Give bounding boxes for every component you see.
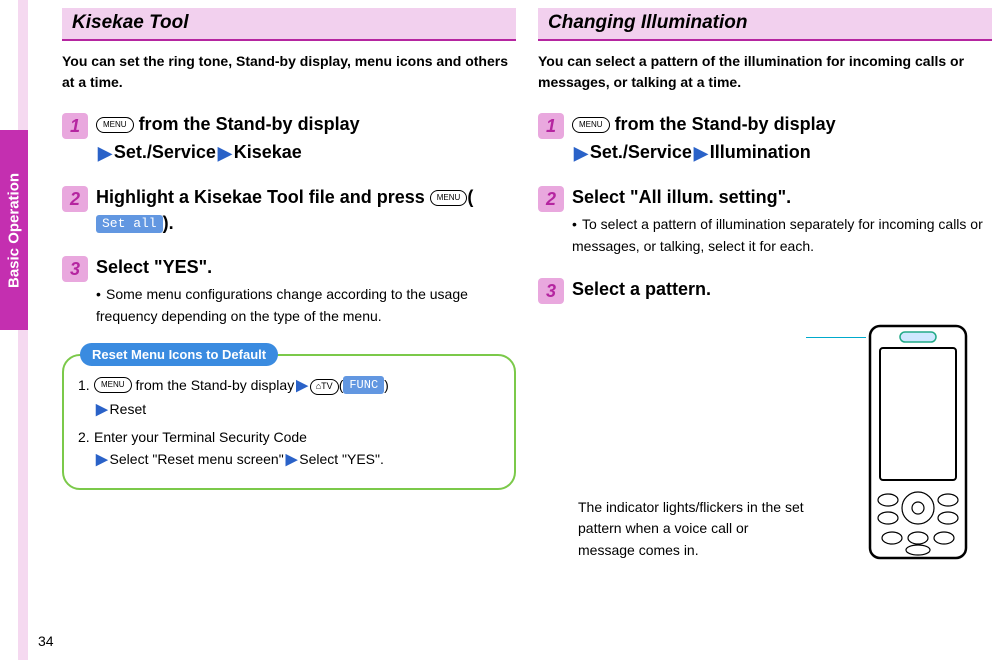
arrow-icon: ▶ [284,451,300,468]
step1-text: from the Stand-by display [134,114,360,134]
menu-key-icon: MENU [96,117,134,133]
step3-sub: Some menu configurations change accordin… [96,286,468,324]
step2-close: ). [163,213,174,233]
reset-item-1: 1.MENU from the Stand-by display▶⌂TV(FUN… [78,374,500,422]
reset1-text: from the Stand-by display [132,377,295,393]
intro-left: You can set the ring tone, Stand-by disp… [62,51,516,93]
page-number: 34 [38,633,54,649]
step2-text: Highlight a Kisekae Tool file and press [96,187,430,207]
step-2-left: 2 Highlight a Kisekae Tool file and pres… [62,184,516,236]
cam-key-icon: ⌂TV [310,379,339,395]
arrow-icon: ▶ [572,143,590,163]
phone-illustration-area: The indicator lights/flickers in the set… [538,322,992,582]
column-right: Changing Illumination You can select a p… [538,8,992,582]
step-1-right: 1 MENU from the Stand-by display ▶Set./S… [538,111,992,166]
intro-right: You can select a pattern of the illumina… [538,51,992,93]
step1r-path1: Set./Service [590,142,692,162]
step2r-sub: To select a pattern of illumination sepa… [572,216,983,254]
bullet-icon: • [572,214,582,236]
bullet-icon: • [96,284,106,306]
step1r-path2: Illumination [710,142,811,162]
callout-line [806,337,866,338]
step-number: 2 [62,186,88,212]
step3r-title: Select a pattern. [572,279,711,299]
step-3-right: 3 Select a pattern. [538,276,992,302]
arrow-icon: ▶ [94,451,110,468]
section-title-illumination: Changing Illumination [538,8,992,41]
paren-open: ( [467,187,473,207]
phone-illustration [852,322,982,572]
step-3-left: 3 Select "YES". •Some menu configuration… [62,254,516,327]
section-title-kisekae: Kisekae Tool [62,8,516,41]
arrow-icon: ▶ [692,143,710,163]
chip-func: FUNC [343,376,384,394]
step-number: 3 [538,278,564,304]
step-number: 2 [538,186,564,212]
arrow-icon: ▶ [96,143,114,163]
step-number: 1 [538,113,564,139]
reset2c: Select "YES". [299,451,384,467]
step2r-title: Select "All illum. setting". [572,187,791,207]
step-number: 3 [62,256,88,282]
reset2a: Enter your Terminal Security Code [94,429,307,445]
arrow-icon: ▶ [216,143,234,163]
reset-title: Reset Menu Icons to Default [80,343,278,366]
step1-path1: Set./Service [114,142,216,162]
reset-box: Reset Menu Icons to Default 1.MENU from … [62,354,516,490]
side-decor-top [18,0,28,140]
chip-set-all: Set all [96,215,163,233]
reset-item-2: 2.Enter your Terminal Security Code ▶Sel… [78,426,500,472]
step3-title: Select "YES". [96,257,212,277]
side-decor-bottom [18,320,28,660]
phone-note: The indicator lights/flickers in the set… [578,497,808,562]
reset2b: Select "Reset menu screen" [110,451,284,467]
menu-key-icon: MENU [94,377,132,393]
step-1-left: 1 MENU from the Stand-by display ▶Set./S… [62,111,516,166]
menu-key-icon: MENU [572,117,610,133]
step1-path2: Kisekae [234,142,302,162]
step-2-right: 2 Select "All illum. setting". •To selec… [538,184,992,257]
arrow-icon: ▶ [94,401,110,418]
menu-key-icon: MENU [430,190,468,206]
column-left: Kisekae Tool You can set the ring tone, … [62,8,516,582]
reset1b-text: Reset [110,401,147,417]
step-number: 1 [62,113,88,139]
side-tab: Basic Operation [0,130,28,330]
step1r-text: from the Stand-by display [610,114,836,134]
arrow-icon: ▶ [294,377,310,394]
